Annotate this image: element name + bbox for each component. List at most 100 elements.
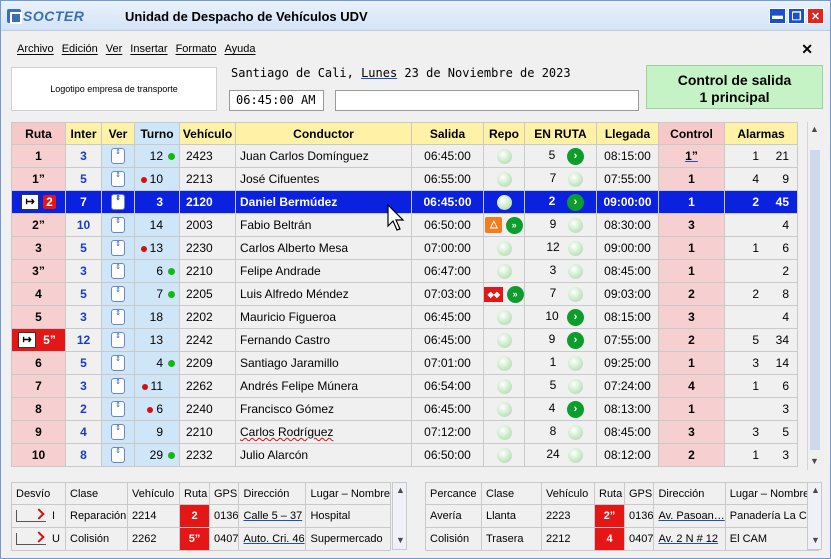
cell-alarmas[interactable]: 49 bbox=[724, 167, 798, 191]
up-down-icon[interactable]: ⇕ bbox=[111, 171, 125, 187]
up-down-icon[interactable]: ⇕ bbox=[111, 401, 125, 417]
up-down-icon[interactable]: ⇕ bbox=[111, 240, 125, 256]
up-down-icon[interactable]: ⇕ bbox=[111, 217, 125, 233]
cell-en-ruta[interactable]: 24 bbox=[524, 443, 597, 467]
cell-desvio[interactable]: U bbox=[11, 527, 66, 551]
cell-ver[interactable]: ⇕ bbox=[101, 259, 135, 283]
go-arrow-icon[interactable]: › bbox=[567, 147, 584, 165]
cell-ver[interactable]: ⇕ bbox=[101, 374, 135, 398]
desvio-scroll-up-icon[interactable]: ▲ bbox=[396, 485, 405, 495]
cell-repo[interactable] bbox=[483, 190, 525, 214]
status-ball-icon[interactable] bbox=[496, 355, 512, 371]
cell-ver[interactable]: ⇕ bbox=[101, 236, 135, 260]
desvio-col-vehiculo[interactable]: Vehículo bbox=[127, 482, 180, 505]
cell-alarmas[interactable]: 5 34 bbox=[724, 328, 798, 352]
cell-control[interactable]: 1 bbox=[658, 167, 725, 191]
status-ball-icon[interactable] bbox=[496, 401, 512, 417]
table-row[interactable]: 1 3 ⇕ 12 2423 Juan Carlos Domínguez 06:45:00 5 ›… bbox=[11, 144, 798, 168]
cell-en-ruta[interactable]: 1 bbox=[524, 351, 597, 375]
cell-en-ruta[interactable]: 9 bbox=[524, 213, 597, 237]
fast-forward-icon[interactable]: » bbox=[506, 285, 524, 303]
table-row[interactable]: 8 2 ⇕ 6 2240 Francisco Gómez 06:45:00 4 › 08:13:0… bbox=[11, 397, 798, 421]
menu-formato[interactable]: Formato bbox=[176, 43, 217, 55]
cell-ruta[interactable]: 6 bbox=[11, 351, 66, 375]
cell-control[interactable]: 3 bbox=[658, 305, 725, 329]
up-down-icon[interactable]: ⇕ bbox=[111, 378, 125, 394]
table-row[interactable]: 1” 5 ⇕ 10 2213 José Cifuentes 06:55:00 7 07:55:0… bbox=[11, 167, 798, 191]
cell-ruta[interactable]: 8 bbox=[11, 397, 66, 421]
status-ball-icon[interactable] bbox=[496, 263, 512, 279]
status-ball-icon[interactable] bbox=[496, 148, 512, 164]
table-row[interactable]: U Colisión 2262 5” 0407 Auto. Cri. 46 Supermer… bbox=[11, 527, 391, 551]
cell-repo[interactable] bbox=[483, 167, 525, 191]
cell-ruta[interactable]: ↦ 5” bbox=[11, 328, 66, 352]
col-inter[interactable]: Inter bbox=[65, 122, 102, 145]
col-control[interactable]: Control bbox=[658, 122, 725, 145]
status-ball-icon[interactable] bbox=[496, 309, 512, 325]
cell-repo[interactable] bbox=[483, 305, 525, 329]
percance-scrollbar[interactable]: ▲ ▼ bbox=[807, 482, 822, 550]
cell-ruta[interactable]: 7 bbox=[11, 374, 66, 398]
cell-control[interactable]: 1 bbox=[658, 351, 725, 375]
up-down-icon[interactable]: ⇕ bbox=[111, 332, 125, 348]
desvio-col-direccion[interactable]: Dirección bbox=[238, 482, 307, 505]
cell-conductor[interactable]: Juan Carlos Domínguez bbox=[235, 144, 412, 168]
col-en-ruta[interactable]: EN RUTA bbox=[524, 122, 597, 145]
cell-repo[interactable] bbox=[483, 328, 525, 352]
cell-en-ruta[interactable]: 5 bbox=[524, 374, 597, 398]
go-arrow-icon[interactable]: › bbox=[567, 400, 584, 418]
status-ball-icon[interactable] bbox=[568, 171, 583, 187]
cell-ver[interactable]: ⇕ bbox=[101, 351, 135, 375]
cell-conductor[interactable]: Luis Alfredo Méndez bbox=[235, 282, 412, 306]
table-row[interactable]: I Reparación 2214 2 0136 Calle 5 – 37 Hospital bbox=[11, 504, 391, 528]
title-bar[interactable]: SOCTER Unidad de Despacho de Vehículos U… bbox=[1, 1, 830, 31]
cell-ruta[interactable]: ↦ 2 bbox=[11, 190, 66, 214]
table-row[interactable]: 7 3 ⇕ 11 2262 Andrés Felipe Múnera 06:54:00 5 07… bbox=[11, 374, 798, 398]
warning-icon[interactable]: △ bbox=[485, 217, 503, 233]
cell-control[interactable]: 1” bbox=[658, 144, 725, 168]
note-field[interactable] bbox=[335, 90, 639, 111]
cell-alarmas[interactable]: 28 bbox=[724, 282, 798, 306]
cell-conductor[interactable]: Mauricio Figueroa bbox=[235, 305, 412, 329]
cell-conductor[interactable]: Fabio Beltrán bbox=[235, 213, 412, 237]
status-ball-icon[interactable] bbox=[496, 424, 512, 440]
cell-repo[interactable] bbox=[483, 259, 525, 283]
status-ball-icon[interactable] bbox=[496, 447, 512, 463]
cell-repo[interactable]: △ » bbox=[483, 213, 525, 237]
percance-col-clase[interactable]: Clase bbox=[481, 482, 542, 505]
cell-en-ruta[interactable]: 7 bbox=[524, 282, 597, 306]
restore-button[interactable]: ❐ bbox=[788, 8, 805, 24]
go-arrow-icon[interactable]: › bbox=[567, 193, 584, 211]
cell-alarmas[interactable]: 4 bbox=[724, 213, 798, 237]
cell-desvio[interactable]: I bbox=[11, 504, 66, 528]
cell-en-ruta[interactable]: 9 › bbox=[524, 328, 597, 352]
desvio-col-lugar[interactable]: Lugar – Nombre bbox=[305, 482, 391, 505]
cell-ruta[interactable]: 1” bbox=[11, 167, 66, 191]
up-down-icon[interactable]: ⇕ bbox=[111, 263, 125, 279]
table-row[interactable]: Colisión Trasera 2212 4 0407 Av. 2 N # 12 El C… bbox=[425, 527, 819, 551]
cell-alarmas[interactable]: 13 bbox=[724, 443, 798, 467]
table-row[interactable]: 9 4 ⇕ 9 2210 Carlos Rodríguez 07:12:00 8 08:45:0… bbox=[11, 420, 798, 444]
cell-repo[interactable] bbox=[483, 144, 525, 168]
cell-ver[interactable]: ⇕ bbox=[101, 213, 135, 237]
up-down-icon[interactable]: ⇕ bbox=[111, 424, 125, 440]
col-repo[interactable]: Repo bbox=[483, 122, 525, 145]
cell-control[interactable]: 2 bbox=[658, 443, 725, 467]
col-turno[interactable]: Turno bbox=[134, 122, 180, 145]
cell-conductor[interactable]: Felipe Andrade bbox=[235, 259, 412, 283]
cell-control[interactable]: 3 bbox=[658, 213, 725, 237]
cell-repo[interactable] bbox=[483, 374, 525, 398]
up-down-icon[interactable]: ⇕ bbox=[111, 447, 125, 463]
cell-ver[interactable]: ⇕ bbox=[101, 328, 135, 352]
up-down-icon[interactable]: ⇕ bbox=[111, 194, 125, 210]
percance-col-direccion[interactable]: Dirección bbox=[653, 482, 726, 505]
cell-conductor[interactable]: José Cifuentes bbox=[235, 167, 412, 191]
cell-ver[interactable]: ⇕ bbox=[101, 443, 135, 467]
cell-repo[interactable] bbox=[483, 351, 525, 375]
percance-col-lugar[interactable]: Lugar – Nombre bbox=[724, 482, 819, 505]
percance-col-vehiculo[interactable]: Vehículo bbox=[541, 482, 595, 505]
percance-scroll-up-icon[interactable]: ▲ bbox=[811, 485, 820, 495]
cell-conductor[interactable]: Fernando Castro bbox=[235, 328, 412, 352]
col-vehiculo[interactable]: Vehículo bbox=[179, 122, 236, 145]
cell-ruta[interactable]: 10 bbox=[11, 443, 66, 467]
